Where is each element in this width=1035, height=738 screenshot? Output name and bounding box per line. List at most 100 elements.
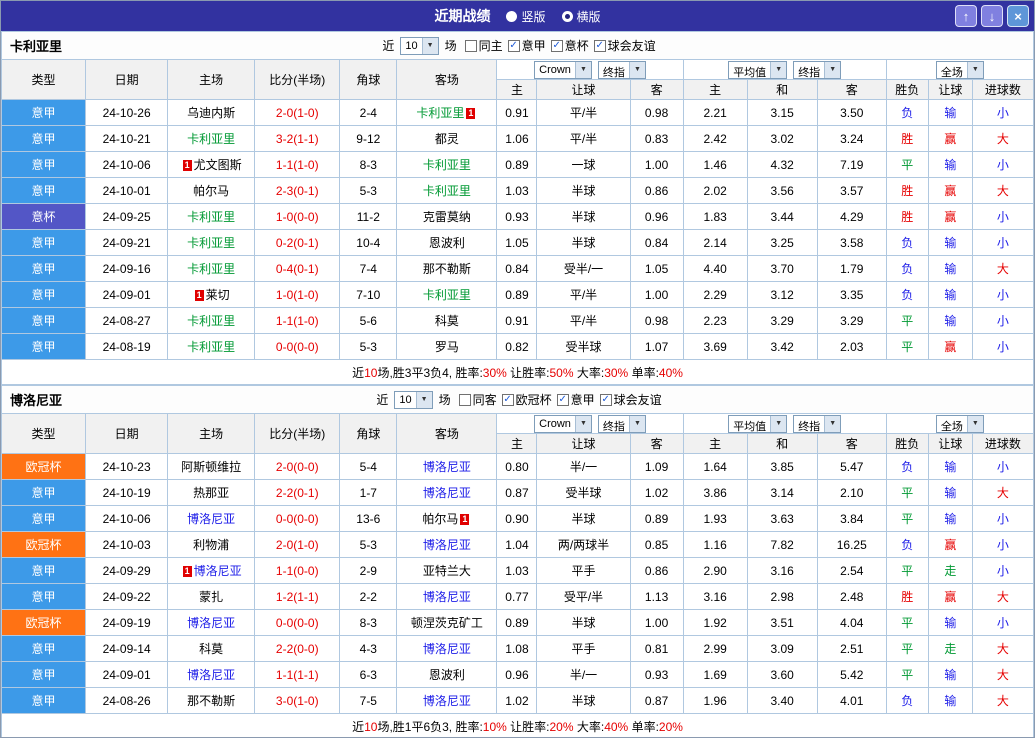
bookmaker-select[interactable]: Crown ▼: [534, 60, 592, 79]
result-outcome: 负: [885, 281, 929, 308]
odds-handicap: 半球: [536, 177, 631, 204]
bookmaker-stage-select[interactable]: 终指 ▼: [597, 414, 646, 433]
match-row: 意甲 24-09-01 1 莱切 1-0(1-0) 7-10 卡利亚里 0.89 平/半 1.00…: [1, 281, 1034, 308]
corner-score: 4-3: [339, 635, 398, 662]
summary-stat-value: 30%: [482, 365, 507, 380]
home-team[interactable]: 卡利亚里: [167, 255, 256, 282]
avg-draw: 3.15: [746, 99, 818, 126]
average-select-cell: 平均值 ▼ 终指 ▼: [682, 413, 887, 434]
home-team[interactable]: 博洛尼亚: [167, 505, 256, 532]
result-goals: 小: [971, 203, 1034, 230]
away-team[interactable]: 卡利亚里 1: [396, 99, 498, 126]
filter-checkbox-0[interactable]: 同客: [458, 391, 497, 408]
summary-stat-value: 40%: [604, 719, 629, 734]
corner-score: 7-4: [339, 255, 398, 282]
match-count-select[interactable]: 10 ▼: [394, 390, 433, 409]
away-team[interactable]: 博洛尼亚: [396, 687, 498, 714]
filter-checkbox-2[interactable]: ✓ 意甲: [556, 391, 595, 408]
close-button[interactable]: ×: [1007, 5, 1029, 27]
filter-checkbox-1[interactable]: ✓ 意甲: [507, 37, 546, 54]
scope-select[interactable]: 全场 ▼: [935, 414, 984, 433]
away-team[interactable]: 博洛尼亚: [396, 479, 498, 506]
match-row: 意甲 24-08-27 卡利亚里 1-1(1-0) 5-6 科莫 0.91 平/半 0.98 2.…: [1, 307, 1034, 334]
team-name: 卡利亚里: [187, 262, 236, 276]
corner-score: 7-5: [339, 687, 398, 714]
avg-away: 7.19: [816, 151, 887, 178]
away-team[interactable]: 博洛尼亚: [396, 453, 498, 480]
move-up-button[interactable]: ↑: [955, 5, 977, 27]
match-count-select[interactable]: 10 ▼: [400, 36, 439, 55]
team-name: 博洛尼亚: [187, 616, 236, 630]
match-date: 24-10-21: [85, 125, 169, 152]
home-team[interactable]: 卡利亚里: [167, 229, 256, 256]
layout-radio-vertical[interactable]: 竖版: [506, 8, 546, 25]
home-team: 1 尤文图斯: [167, 151, 256, 178]
bookmaker-select-cell: Crown ▼ 终指 ▼: [496, 413, 684, 434]
home-team[interactable]: 卡利亚里: [167, 333, 256, 360]
league-badge: 意甲: [1, 479, 87, 506]
away-team[interactable]: 卡利亚里: [396, 151, 498, 178]
odds-home: 0.90: [496, 505, 538, 532]
odds-away: 0.85: [629, 531, 684, 558]
average-select[interactable]: 平均值 ▼: [728, 60, 788, 79]
layout-radio-group: 竖版 横版: [506, 8, 601, 25]
match-row: 意甲 24-09-29 1 博洛尼亚 1-1(0-0) 2-9 亚特兰大 1.03 平手 0.86…: [1, 557, 1034, 584]
odds-home: 1.05: [496, 229, 538, 256]
summary-stat-label: 大率:: [573, 719, 605, 734]
filter-checkbox-0[interactable]: 同主: [464, 37, 503, 54]
match-date: 24-08-27: [85, 307, 169, 334]
average-select[interactable]: 平均值 ▼: [728, 414, 788, 433]
summary-text: 近10场,胜3平3负4, 胜率:30% 让胜率:50% 大率:30% 单率:40…: [1, 359, 1034, 385]
home-team[interactable]: 卡利亚里: [167, 203, 256, 230]
match-date: 24-09-14: [85, 635, 169, 662]
dropdown-arrow-icon: ▼: [628, 61, 645, 78]
summary-text: 近10场,胜1平6负3, 胜率:10% 让胜率:20% 大率:40% 单率:20…: [1, 713, 1034, 737]
home-team[interactable]: 1 博洛尼亚: [167, 557, 256, 584]
avg-draw: 3.16: [746, 557, 818, 584]
avg-draw: 3.85: [746, 453, 818, 480]
home-team[interactable]: 卡利亚里: [167, 125, 256, 152]
radio-icon: [561, 10, 573, 22]
team-name: 帕尔马: [193, 184, 230, 198]
home-team[interactable]: 博洛尼亚: [167, 609, 256, 636]
bookmaker-stage-select[interactable]: 终指 ▼: [597, 60, 646, 79]
odds-away: 1.13: [629, 583, 684, 610]
section-header: 卡利亚里近 10 ▼ 场同主 ✓ 意甲 ✓ 意杯 ✓ 球会友谊: [1, 31, 1034, 59]
scope-select[interactable]: 全场 ▼: [935, 60, 984, 79]
away-team[interactable]: 博洛尼亚: [396, 531, 498, 558]
home-team[interactable]: 卡利亚里: [167, 307, 256, 334]
odds-home: 0.89: [496, 609, 538, 636]
average-stage-select[interactable]: 终指 ▼: [793, 60, 842, 79]
move-down-button[interactable]: ↓: [981, 5, 1003, 27]
avg-draw: 3.12: [746, 281, 818, 308]
home-team[interactable]: 博洛尼亚: [167, 661, 256, 688]
col-header-score: 比分(半场): [254, 59, 341, 100]
match-date: 24-09-22: [85, 583, 169, 610]
avg-draw: 3.70: [746, 255, 818, 282]
match-date: 24-09-01: [85, 661, 169, 688]
avg-away: 2.51: [816, 635, 887, 662]
away-team: 恩波利: [396, 661, 498, 688]
away-team[interactable]: 卡利亚里: [396, 177, 498, 204]
away-team[interactable]: 博洛尼亚: [396, 635, 498, 662]
match-score: 2-0(1-0): [254, 531, 341, 558]
filter-bar: 近 10 ▼ 场同主 ✓ 意甲 ✓ 意杯 ✓ 球会友谊: [379, 36, 656, 55]
filter-checkbox-2[interactable]: ✓ 意杯: [550, 37, 589, 54]
dropdown-arrow-icon: ▼: [966, 61, 983, 78]
col-header-away: 客场: [396, 59, 498, 100]
avg-away: 2.03: [816, 333, 887, 360]
filter-checkbox-1[interactable]: ✓ 欧冠杯: [501, 391, 552, 408]
away-team[interactable]: 卡利亚里: [396, 281, 498, 308]
result-outcome: 负: [885, 229, 929, 256]
average-stage-select[interactable]: 终指 ▼: [793, 414, 842, 433]
layout-radio-horizontal[interactable]: 横版: [561, 8, 601, 25]
team-name: 卡利亚里: [187, 236, 236, 250]
filter-checkbox-3[interactable]: ✓ 球会友谊: [593, 37, 656, 54]
bookmaker-select[interactable]: Crown ▼: [534, 414, 592, 433]
checked-checkbox-icon: ✓: [556, 393, 569, 406]
corner-score: 8-3: [339, 151, 398, 178]
team-name: 博洛尼亚: [422, 694, 471, 708]
corner-score: 8-3: [339, 609, 398, 636]
away-team[interactable]: 博洛尼亚: [396, 583, 498, 610]
filter-checkbox-3[interactable]: ✓ 球会友谊: [599, 391, 662, 408]
